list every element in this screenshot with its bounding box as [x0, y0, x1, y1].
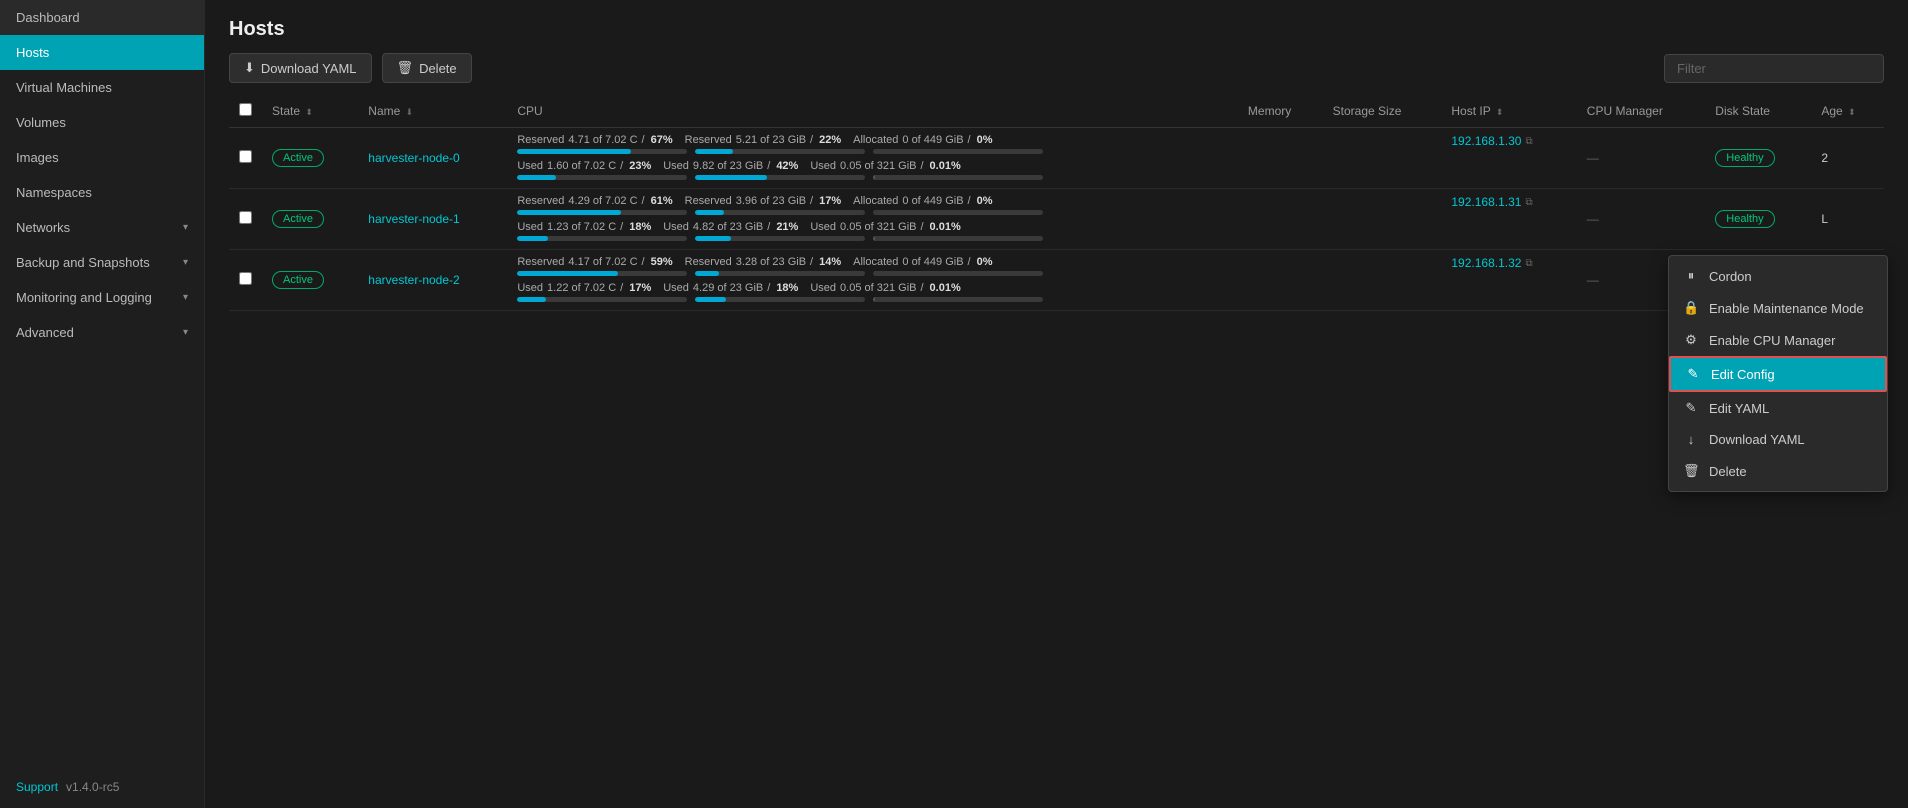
toolbar: ⬇ Download YAML 🗑 Delete [205, 53, 1908, 95]
col-age: Age ⬍ [1811, 95, 1884, 128]
cpu-cell: Reserved4.71 of 7.02 C/67% Reserved5.21 … [507, 128, 1238, 189]
sidebar-item-dashboard[interactable]: Dashboard [0, 0, 204, 35]
download-icon: ⬇ [244, 60, 255, 76]
sidebar-item-backup[interactable]: Backup and Snapshots ▾ [0, 245, 204, 280]
select-all-checkbox[interactable] [239, 103, 252, 116]
node-link[interactable]: harvester-node-2 [368, 273, 459, 287]
col-memory: Memory [1238, 95, 1323, 128]
download-yaml-button[interactable]: ⬇ Download YAML [229, 53, 372, 83]
hosts-table: State ⬍ Name ⬇ CPU Memory Storage Size H… [229, 95, 1884, 311]
chevron-down-icon: ▾ [183, 222, 188, 233]
col-cpu-manager: CPU Manager [1577, 95, 1705, 128]
chevron-down-icon: ▾ [183, 257, 188, 268]
menu-icon: ⚙ [1683, 332, 1699, 348]
table-row: Active harvester-node-0 Reserved4.71 of … [229, 128, 1884, 189]
delete-button[interactable]: 🗑 Delete [382, 53, 472, 83]
sidebar-item-images[interactable]: Images [0, 140, 204, 175]
context-menu-item-delete[interactable]: 🗑Delete [1669, 455, 1887, 487]
sort-icon: ⬍ [1496, 107, 1504, 117]
support-link[interactable]: Support [16, 780, 58, 794]
sidebar-item-namespaces[interactable]: Namespaces [0, 175, 204, 210]
menu-icon: 🗑 [1683, 463, 1699, 479]
menu-icon: ⏸ [1683, 268, 1699, 284]
row-checkbox[interactable] [239, 150, 252, 163]
menu-icon: ↓ [1683, 432, 1699, 447]
sort-icon: ⬍ [305, 107, 313, 117]
menu-icon: ✎ [1685, 366, 1701, 382]
col-cpu: CPU [507, 95, 1238, 128]
version-label: v1.4.0-rc5 [66, 780, 119, 794]
sort-icon: ⬍ [1848, 107, 1856, 117]
state-badge: Active [272, 271, 324, 289]
menu-icon: ✎ [1683, 400, 1699, 416]
table-row: Active harvester-node-2 Reserved4.17 of … [229, 250, 1884, 311]
col-name: Name ⬇ [358, 95, 507, 128]
age-cell: 2 [1811, 128, 1884, 189]
sort-icon: ⬇ [406, 107, 414, 117]
state-badge: Active [272, 149, 324, 167]
cpu-manager-cell: — [1577, 189, 1705, 250]
node-link[interactable]: harvester-node-1 [368, 212, 459, 226]
trash-icon: 🗑 [397, 60, 414, 76]
disk-state-badge: Healthy [1715, 149, 1774, 167]
host-ip-cell: 192.168.1.31 ⧉ [1441, 189, 1576, 215]
cpu-manager-cell: — [1577, 128, 1705, 189]
sidebar-item-volumes[interactable]: Volumes [0, 105, 204, 140]
row-checkbox[interactable] [239, 211, 252, 224]
page-title: Hosts [205, 0, 1908, 53]
sidebar: Dashboard Hosts Virtual Machines Volumes… [0, 0, 205, 808]
table-row: Active harvester-node-1 Reserved4.29 of … [229, 189, 1884, 250]
disk-state-badge: Healthy [1715, 210, 1774, 228]
hosts-table-wrap: State ⬍ Name ⬇ CPU Memory Storage Size H… [205, 95, 1908, 808]
cpu-cell: Reserved4.29 of 7.02 C/61% Reserved3.96 … [507, 189, 1238, 250]
row-checkbox[interactable] [239, 272, 252, 285]
sidebar-item-hosts[interactable]: Hosts [0, 35, 204, 70]
host-ip-cell: 192.168.1.30 ⧉ [1441, 128, 1576, 154]
col-disk-state: Disk State [1705, 95, 1811, 128]
col-storage: Storage Size [1323, 95, 1442, 128]
sidebar-item-advanced[interactable]: Advanced ▾ [0, 315, 204, 350]
col-host-ip: Host IP ⬍ [1441, 95, 1576, 128]
context-menu-item-edit-yaml[interactable]: ✎Edit YAML [1669, 392, 1887, 424]
copy-icon[interactable]: ⧉ [1525, 258, 1532, 269]
context-menu: ⏸Cordon🔒Enable Maintenance Mode⚙Enable C… [1668, 255, 1888, 492]
host-ip-cell: 192.168.1.32 ⧉ [1441, 250, 1576, 276]
sidebar-footer: Support v1.4.0-rc5 [0, 766, 204, 808]
filter-input[interactable] [1664, 54, 1884, 83]
filter-wrap [1664, 54, 1884, 83]
state-badge: Active [272, 210, 324, 228]
cpu-cell: Reserved4.17 of 7.02 C/59% Reserved3.28 … [507, 250, 1238, 311]
age-cell: L [1811, 189, 1884, 250]
node-link[interactable]: harvester-node-0 [368, 151, 459, 165]
copy-icon[interactable]: ⧉ [1525, 197, 1532, 208]
context-menu-item-download-yaml[interactable]: ↓Download YAML [1669, 424, 1887, 455]
sidebar-item-virtual-machines[interactable]: Virtual Machines [0, 70, 204, 105]
menu-icon: 🔒 [1683, 300, 1699, 316]
sidebar-item-networks[interactable]: Networks ▾ [0, 210, 204, 245]
edit-config-highlight-wrap: ✎Edit Config [1669, 356, 1887, 392]
main-content: Hosts ⬇ Download YAML 🗑 Delete State ⬍ [205, 0, 1908, 808]
sidebar-item-monitoring[interactable]: Monitoring and Logging ▾ [0, 280, 204, 315]
col-state: State ⬍ [262, 95, 358, 128]
context-menu-item-edit-config[interactable]: ✎Edit Config [1671, 358, 1885, 390]
chevron-down-icon: ▾ [183, 292, 188, 303]
context-menu-item-cordon[interactable]: ⏸Cordon [1669, 260, 1887, 292]
copy-icon[interactable]: ⧉ [1525, 136, 1532, 147]
context-menu-item-enable-cpu-manager[interactable]: ⚙Enable CPU Manager [1669, 324, 1887, 356]
context-menu-item-enable-maintenance-mode[interactable]: 🔒Enable Maintenance Mode [1669, 292, 1887, 324]
chevron-down-icon: ▾ [183, 327, 188, 338]
